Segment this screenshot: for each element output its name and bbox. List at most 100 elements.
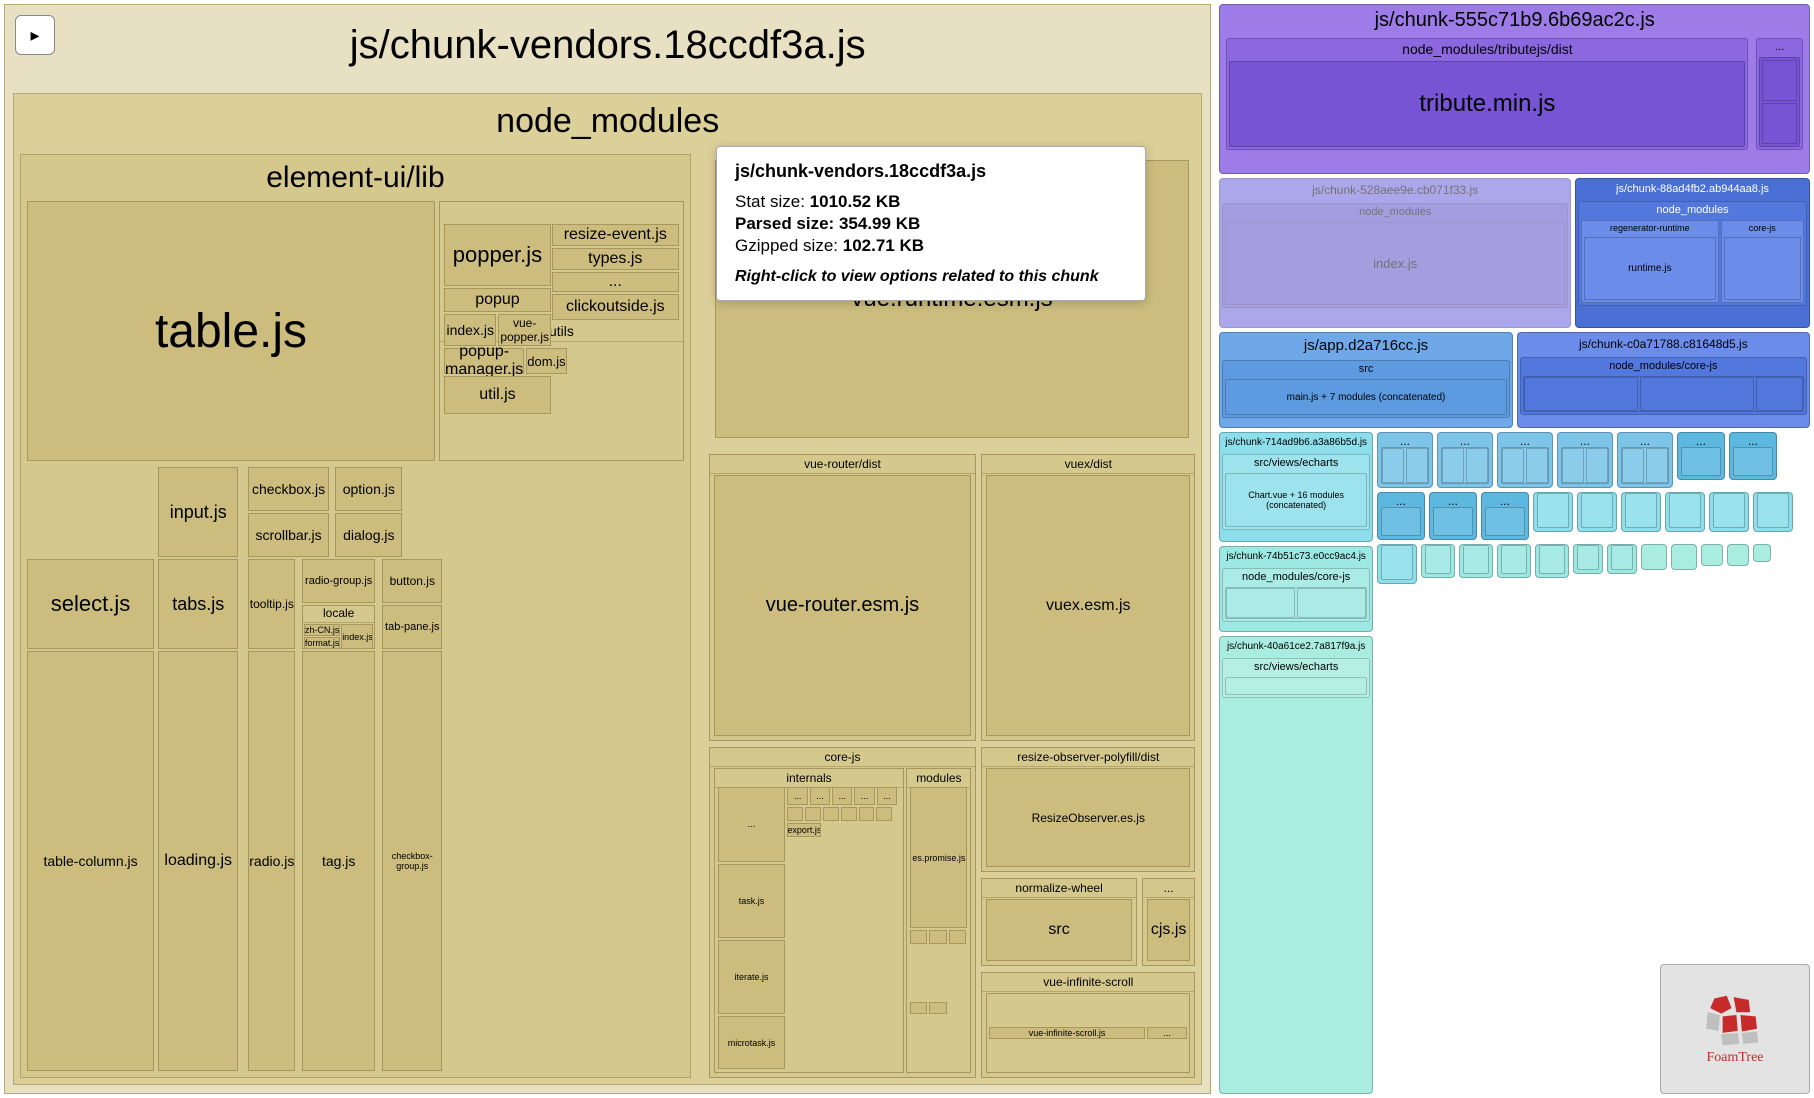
small-chunk[interactable] xyxy=(1459,544,1493,578)
int-cell[interactable] xyxy=(859,807,875,821)
chunk-74b51c73[interactable]: js/chunk-74b51c73.e0cc9ac4.js node_modul… xyxy=(1219,546,1373,632)
normwheel-src[interactable]: src xyxy=(986,899,1132,960)
app-src[interactable]: src main.js + 7 modules (concatenated) xyxy=(1222,360,1509,418)
file-popup-manager-js[interactable]: popup-manager.js xyxy=(444,348,524,374)
int-cell[interactable]: ... xyxy=(877,787,897,805)
chunk-555-misc[interactable]: ... xyxy=(1756,38,1803,150)
file-popper-js[interactable]: popper.js xyxy=(444,224,551,286)
file-tab-pane-js[interactable]: tab-pane.js xyxy=(382,605,442,649)
dir-corejs-modules[interactable]: modules es.promise.js xyxy=(906,768,971,1073)
file-es-promise-js[interactable]: es.promise.js xyxy=(910,787,967,928)
mod-cell[interactable] xyxy=(910,930,927,944)
small-chunk[interactable] xyxy=(1421,544,1455,578)
mod-cell[interactable] xyxy=(910,1002,927,1014)
small-chunk[interactable]: ... xyxy=(1617,432,1673,488)
file-checkbox-js[interactable]: checkbox.js xyxy=(248,467,328,511)
c0a-nm[interactable]: node_modules/core-js xyxy=(1520,357,1807,415)
dir-normalize-wheel[interactable]: normalize-wheel src xyxy=(981,878,1137,965)
file-tribute-min-js[interactable]: tribute.min.js xyxy=(1229,61,1745,147)
dir-corejs-internals[interactable]: internals ... task.js iterate.js microta… xyxy=(714,768,905,1073)
app-main[interactable]: main.js + 7 modules (concatenated) xyxy=(1225,379,1506,415)
file-button-js[interactable]: button.js xyxy=(382,559,442,603)
chunk-app[interactable]: js/app.d2a716cc.js src main.js + 7 modul… xyxy=(1219,332,1512,428)
small-chunk[interactable]: ... xyxy=(1481,492,1529,540)
c714-chart[interactable]: Chart.vue + 16 modules (concatenated) xyxy=(1225,473,1367,527)
file-dialog-js[interactable]: dialog.js xyxy=(335,513,402,557)
dir-resize-observer[interactable]: resize-observer-polyfill/dist ResizeObse… xyxy=(981,747,1195,872)
int-cell[interactable] xyxy=(841,807,857,821)
file-table-js[interactable]: table.js xyxy=(27,201,435,461)
small-chunk[interactable] xyxy=(1753,544,1771,562)
file-vue-popper-js[interactable]: vue-popper.js xyxy=(498,314,550,346)
file-util-js[interactable]: util.js xyxy=(444,376,551,414)
small-chunk[interactable]: ... xyxy=(1497,432,1553,488)
file-task-js[interactable]: task.js xyxy=(718,864,786,938)
chunk-88ad4fb2[interactable]: js/chunk-88ad4fb2.ab944aa8.js node_modul… xyxy=(1575,178,1810,328)
mod-cell[interactable] xyxy=(949,930,966,944)
int-cell[interactable] xyxy=(876,807,892,821)
small-chunk[interactable] xyxy=(1753,492,1793,532)
file-checkbox-group-js[interactable]: checkbox-group.js xyxy=(382,651,442,1071)
file-table-column-js[interactable]: table-column.js xyxy=(27,651,154,1071)
small-chunk[interactable] xyxy=(1577,492,1617,532)
dir-vue-router[interactable]: vue-router/dist vue-router.esm.js xyxy=(709,454,977,741)
dots[interactable]: ... xyxy=(552,272,679,292)
small-chunk[interactable] xyxy=(1701,544,1723,566)
small-chunk[interactable] xyxy=(1665,492,1705,532)
file-iterate-js[interactable]: iterate.js xyxy=(718,940,786,1014)
dir-locale[interactable]: locale zh-CN.js format.js index.js xyxy=(302,605,376,649)
file-tooltip-js[interactable]: tooltip.js xyxy=(248,559,295,649)
file-format-js[interactable]: format.js xyxy=(304,637,341,649)
dir-utils[interactable]: utils popper.js popup index.js vue-poppe… xyxy=(439,201,684,461)
file-select-js[interactable]: select.js xyxy=(27,559,154,649)
dir-cjs[interactable]: ... cjs.js xyxy=(1142,878,1196,965)
file-cjs-js[interactable]: cjs.js xyxy=(1147,899,1191,960)
small-chunk[interactable] xyxy=(1621,492,1661,532)
dir-regenerator-runtime[interactable]: regenerator-runtime runtime.js xyxy=(1581,220,1719,303)
dir-vue-infinite-scroll[interactable]: vue-infinite-scroll vue-infinite-scroll.… xyxy=(981,972,1195,1078)
small-chunk[interactable] xyxy=(1573,544,1603,574)
dir-tributejs[interactable]: node_modules/tributejs/dist tribute.min.… xyxy=(1226,38,1748,150)
small-chunk[interactable]: ... xyxy=(1677,432,1725,480)
infscroll-dots[interactable]: ... xyxy=(1147,1027,1187,1039)
file-export-js[interactable]: export.js xyxy=(787,823,821,837)
file-vuex-esm-js[interactable]: vuex.esm.js xyxy=(986,475,1190,736)
dir-popup[interactable]: popup xyxy=(444,288,551,312)
file-input-js[interactable]: input.js xyxy=(158,467,238,557)
c714-src[interactable]: src/views/echarts Chart.vue + 16 modules… xyxy=(1222,454,1370,530)
int-cell[interactable]: ... xyxy=(787,787,807,805)
int-cell[interactable] xyxy=(823,807,839,821)
file-locale-index-js[interactable]: index.js xyxy=(341,624,373,649)
small-chunk[interactable]: ... xyxy=(1377,432,1433,488)
int-cell[interactable]: ... xyxy=(832,787,852,805)
file-resize-event-js[interactable]: resize-event.js xyxy=(552,224,679,246)
file-infinite-scroll-js[interactable]: vue-infinite-scroll.js xyxy=(989,1027,1145,1039)
chunk-528-nm[interactable]: node_modules index.js xyxy=(1222,203,1568,308)
small-chunk[interactable] xyxy=(1607,544,1637,574)
file-scrollbar-js[interactable]: scrollbar.js xyxy=(248,513,328,557)
small-chunk[interactable] xyxy=(1641,544,1667,570)
file-radio-group-js[interactable]: radio-group.js xyxy=(302,559,376,603)
c40a-src[interactable]: src/views/echarts xyxy=(1222,658,1370,698)
file-microtask-js[interactable]: microtask.js xyxy=(718,1016,786,1069)
small-chunk[interactable] xyxy=(1671,544,1697,570)
dir-core-js[interactable]: core-js internals ... task.js iterate.js xyxy=(709,747,977,1078)
file-index-js[interactable]: index.js xyxy=(444,314,496,346)
file-clickoutside-js[interactable]: clickoutside.js xyxy=(552,294,679,320)
chunk-528aee9e[interactable]: js/chunk-528aee9e.cb071f33.js node_modul… xyxy=(1219,178,1571,328)
dir-vuex[interactable]: vuex/dist vuex.esm.js xyxy=(981,454,1195,741)
int-cell[interactable] xyxy=(787,807,803,821)
file-zh-cn-js[interactable]: zh-CN.js xyxy=(304,624,341,636)
small-chunk[interactable]: ... xyxy=(1729,432,1777,480)
file-option-js[interactable]: option.js xyxy=(335,467,402,511)
small-chunk[interactable] xyxy=(1535,544,1569,578)
small-chunk[interactable] xyxy=(1377,544,1417,584)
int-cell[interactable]: ... xyxy=(854,787,874,805)
foamtree-logo[interactable]: FoamTree xyxy=(1660,964,1810,1094)
small-chunk[interactable]: ... xyxy=(1437,432,1493,488)
dir-core-js-88a[interactable]: core-js xyxy=(1721,220,1804,303)
internals-dots[interactable]: ... xyxy=(718,787,786,861)
file-tabs-js[interactable]: tabs.js xyxy=(158,559,238,649)
int-cell[interactable] xyxy=(805,807,821,821)
file-vue-router-esm-js[interactable]: vue-router.esm.js xyxy=(714,475,972,736)
